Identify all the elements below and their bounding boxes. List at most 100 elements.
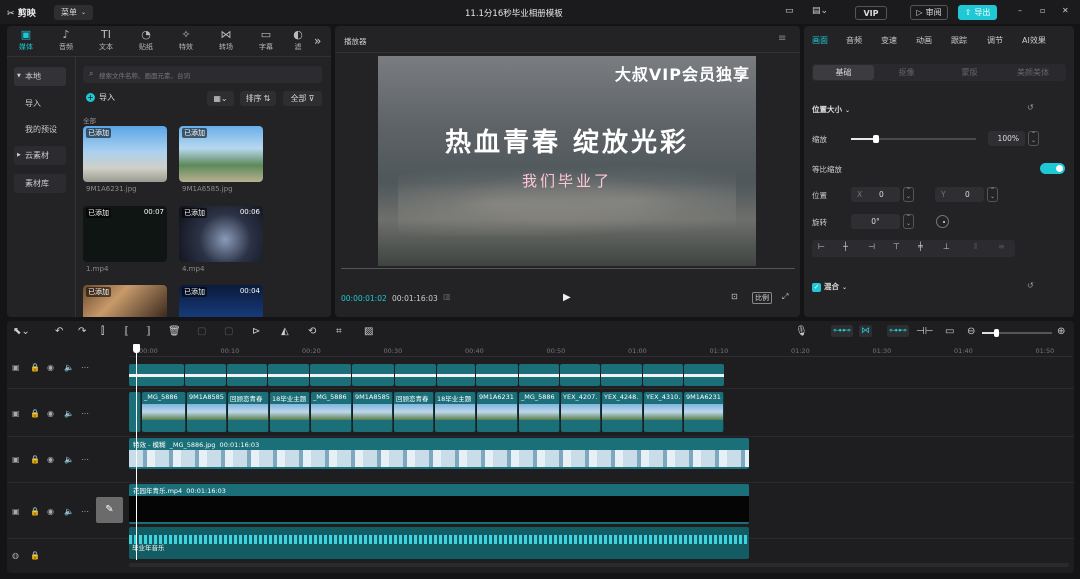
link-main-track-icon[interactable]: ⊶⊷ (831, 325, 853, 337)
position-y-field[interactable]: Y0 (935, 187, 984, 202)
menu-lines-icon[interactable]: ≡ (778, 33, 786, 44)
zoom-slider[interactable] (982, 329, 1052, 337)
distribute-h-icon[interactable]: ⫴ (974, 242, 977, 252)
menu-button[interactable]: 菜单 ⌄ (54, 5, 93, 20)
video2-clip[interactable]: 花园年青乐.mp4 00:01:16:03 (129, 484, 749, 524)
subtab-basic[interactable]: 基础 (813, 65, 874, 80)
effect-clip[interactable]: 特效 - 模糊 _MG_5886.jpg 00:01:16:03 (129, 438, 749, 469)
rotate-field[interactable]: 0° (851, 214, 900, 229)
nav-local[interactable]: ▼ 本地 (14, 67, 66, 86)
tab-transition[interactable]: ⋈ 转场 (208, 28, 244, 52)
more-icon[interactable]: ⋯ (81, 455, 89, 464)
video-clip[interactable]: YEX_4207. (561, 392, 601, 432)
redo-icon[interactable]: ↷ (78, 326, 86, 337)
speaker-icon[interactable]: 🔈 (64, 363, 74, 372)
section-size-title[interactable]: 位置大小 ⌄ (812, 104, 850, 115)
export-button[interactable]: ⇧ 导出 (958, 5, 997, 20)
tab-effects[interactable]: ✧ 特效 (168, 28, 204, 52)
subtab-beauty[interactable]: 美颜美体 (1002, 65, 1064, 80)
grid-view-button[interactable]: ▦⌄ (207, 91, 234, 106)
media-item[interactable]: 已添加 (179, 126, 263, 182)
tab-filters[interactable]: ◐ 滤 (286, 28, 310, 52)
right-tab-animation[interactable]: 动画 (916, 35, 932, 46)
checkbox-icon[interactable]: ✓ (812, 283, 821, 292)
undo-icon[interactable]: ↶ (55, 326, 63, 337)
distribute-v-icon[interactable]: ≡ (998, 242, 1005, 251)
lock-icon[interactable]: 🔒 (30, 363, 40, 372)
nav-library[interactable]: 素材库 (14, 174, 66, 193)
ratio-lock-toggle[interactable] (1040, 163, 1065, 174)
video-preview[interactable]: 大叔VIP会员独享 热血青春 绽放光彩 我们毕业了 (378, 56, 756, 266)
timeline-scrollbar[interactable] (129, 563, 1069, 567)
media-item[interactable]: 已添加 (83, 285, 167, 317)
overlay-clip[interactable] (437, 364, 475, 386)
overlay-clip[interactable] (129, 364, 184, 386)
play-circle-icon[interactable]: ⊳ (252, 326, 260, 337)
filter-all-button[interactable]: 全部 ⊽ (283, 91, 322, 106)
position-y-stepper[interactable]: ⌃ ⌄ (987, 187, 998, 202)
import-button[interactable]: + 导入 (86, 92, 115, 103)
speaker-icon[interactable]: 🔈 (64, 409, 74, 418)
eye-icon[interactable]: ◉ (47, 507, 54, 516)
tab-text[interactable]: TI 文本 (88, 28, 124, 52)
crop-icon[interactable]: ⌗ (336, 326, 342, 337)
video-clip[interactable]: 18毕业主题 (435, 392, 476, 432)
overlay-clip[interactable] (684, 364, 724, 386)
overlay-clip[interactable] (519, 364, 559, 386)
subtab-cutout[interactable]: 抠像 (876, 65, 937, 80)
subtitle-icon[interactable]: ▭ (945, 326, 954, 337)
rotate-icon[interactable]: ⟲ (308, 326, 316, 337)
media-item[interactable]: 已添加 (83, 126, 167, 182)
video-clip[interactable]: _MG_5886 (519, 392, 560, 432)
track-type-icon[interactable]: ▣ (12, 507, 20, 516)
fit-screen-icon[interactable]: ⊡ (731, 292, 738, 301)
overlay-clip[interactable] (560, 364, 600, 386)
align-top-icon[interactable]: ⊤ (893, 242, 900, 251)
subtab-mask[interactable]: 蒙版 (939, 65, 1000, 80)
playhead-handle[interactable] (133, 344, 140, 353)
video-clip[interactable]: 回顾恋青春 (394, 392, 434, 432)
audio-clip[interactable]: 毕业年音乐 (129, 527, 749, 559)
right-tab-ai[interactable]: AI效果 (1022, 35, 1046, 46)
more-icon[interactable]: ⋯ (81, 363, 89, 372)
right-tab-adjust[interactable]: 调节 (987, 35, 1003, 46)
track-type-icon[interactable]: ▣ (12, 363, 20, 372)
rotate-dial[interactable] (936, 215, 949, 228)
close-icon[interactable]: ✕ (1062, 6, 1069, 15)
overlay-clip[interactable] (643, 364, 683, 386)
cover-thumb[interactable]: ✎ (96, 497, 123, 523)
overlay-clip[interactable] (227, 364, 267, 386)
search-input[interactable]: ⌕ 搜索文件名称、画面元素、台词 (83, 66, 322, 83)
zoom-in-icon[interactable]: ⊕ (1057, 326, 1065, 337)
video-clip[interactable]: 9M1A8585 (187, 392, 227, 432)
split-icon[interactable]: ⫿ (101, 326, 104, 337)
maximize-icon[interactable]: ▫ (1040, 6, 1045, 15)
select-tool-icon[interactable]: ⬉⌄ (13, 326, 30, 337)
fullscreen-icon[interactable]: ⤢ (782, 292, 788, 302)
align-left-icon[interactable]: ⊢ (818, 242, 825, 251)
video-clip[interactable]: 9M1A6231 (684, 392, 724, 432)
layout-icon[interactable]: ▭ (785, 6, 794, 16)
split-left-icon[interactable]: ⟦ (124, 326, 129, 337)
rotate-stepper[interactable]: ⌃ ⌄ (903, 214, 914, 229)
tab-audio[interactable]: ♪ 音频 (48, 28, 84, 52)
frame-grid-icon[interactable]: ▥ (443, 292, 451, 301)
eye-icon[interactable]: ◉ (47, 455, 54, 464)
mirror-icon[interactable]: ◭ (281, 326, 289, 337)
play-icon[interactable]: ▶ (563, 292, 571, 303)
align-center-v-icon[interactable]: ╪ (918, 242, 923, 251)
review-button[interactable]: ▷ 审阅 (910, 5, 948, 20)
video-clip[interactable]: 9M1A6231 (477, 392, 518, 432)
snap-icon[interactable]: ⊣⊢ (916, 326, 933, 337)
scale-slider-handle[interactable] (873, 135, 879, 143)
video-clip[interactable]: 回顾恋青春 (228, 392, 269, 432)
lock-icon[interactable]: 🔒 (30, 507, 40, 516)
video-clip[interactable]: _MG_5886 (311, 392, 352, 432)
overlay-clip[interactable] (185, 364, 226, 386)
freeze-icon[interactable]: ▢ (197, 326, 206, 337)
microphone-icon[interactable]: 🎙 (795, 326, 808, 337)
nav-import[interactable]: 导入 (14, 94, 66, 113)
media-item[interactable]: 已添加 00:06 (179, 206, 263, 262)
lock-icon[interactable]: 🔒 (30, 409, 40, 418)
sort-button[interactable]: 排序 ⇅ (240, 91, 276, 106)
